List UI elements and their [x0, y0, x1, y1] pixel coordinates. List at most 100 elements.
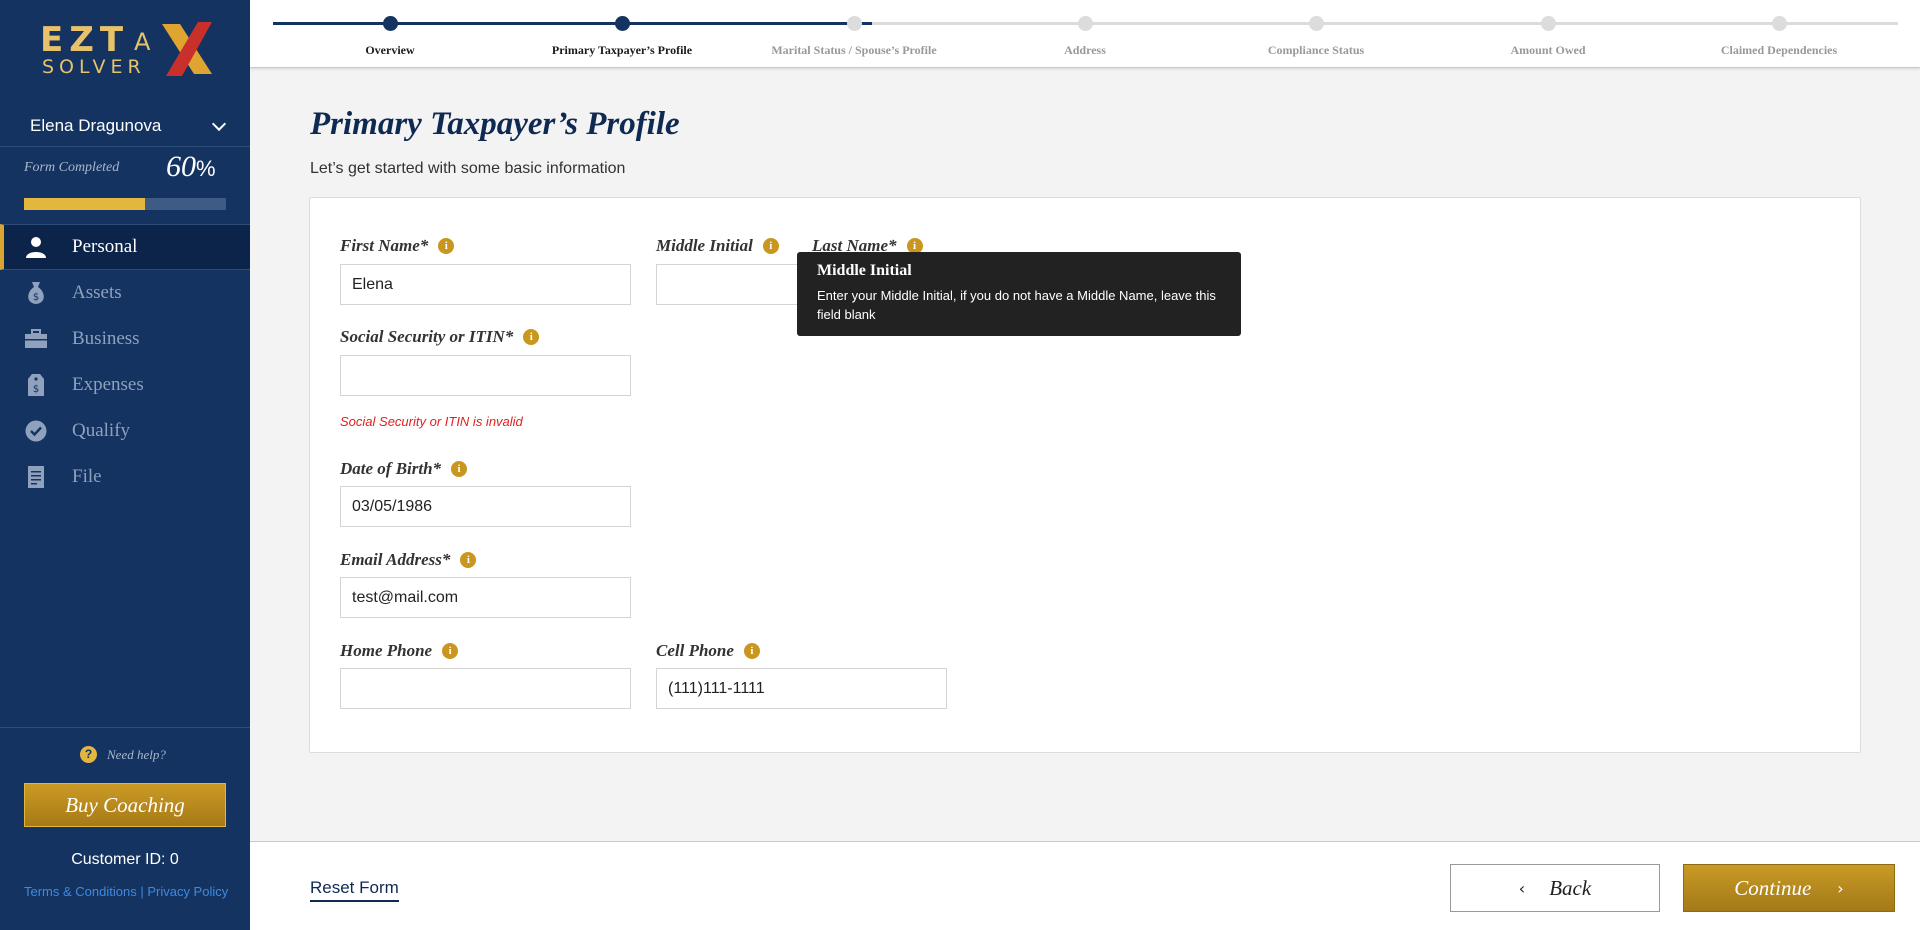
need-help-link[interactable]: ? Need help? — [80, 746, 166, 763]
step-primary-taxpayer-profile[interactable]: Primary Taxpayer’s Profile — [522, 16, 722, 58]
continue-button[interactable]: Continue › — [1683, 864, 1895, 912]
continue-label: Continue — [1734, 875, 1812, 900]
sidebar: EZT A SOLVER Elena Dragunova Form Comple… — [0, 0, 250, 930]
email-label-text: Email Address* — [340, 550, 451, 569]
cell-phone-label-text: Cell Phone — [656, 641, 734, 660]
user-name: Elena Dragunova — [30, 116, 162, 135]
info-icon[interactable]: i — [451, 461, 468, 477]
middle-initial-tooltip: Middle Initial Enter your Middle Initial… — [797, 252, 1241, 336]
progress-percent-value: 60 — [166, 150, 196, 183]
info-icon[interactable]: i — [523, 329, 540, 345]
step-dot — [1308, 16, 1324, 31]
step-dot — [614, 16, 630, 31]
chevron-down-icon — [211, 116, 227, 132]
info-icon[interactable]: i — [743, 643, 760, 659]
terms-link[interactable]: Terms & Conditions — [24, 884, 137, 899]
page-subtitle: Let’s get started with some basic inform… — [310, 160, 626, 177]
sidebar-item-personal[interactable]: Personal — [0, 224, 250, 270]
briefcase-icon — [24, 327, 48, 351]
check-circle-icon — [24, 419, 48, 443]
step-dot — [1077, 16, 1093, 31]
question-icon: ? — [80, 746, 97, 763]
cell-phone-input[interactable] — [656, 668, 947, 709]
step-amount-owed[interactable]: Amount Owed — [1448, 16, 1648, 58]
need-help-label: Need help? — [107, 746, 166, 762]
step-label: Amount Owed — [1510, 43, 1586, 57]
info-icon[interactable]: i — [438, 238, 455, 254]
sidebar-item-label: Personal — [72, 236, 138, 257]
ssn-label: Social Security or ITIN* i — [340, 327, 540, 347]
step-dot — [1771, 16, 1787, 31]
email-input[interactable] — [340, 577, 631, 618]
step-compliance-status[interactable]: Compliance Status — [1216, 16, 1416, 58]
logo-x-mark-icon — [162, 22, 212, 76]
first-name-input[interactable] — [340, 264, 631, 305]
svg-text:$: $ — [33, 384, 39, 395]
sidebar-item-label: Assets — [72, 282, 122, 303]
sidebar-item-business[interactable]: Business — [0, 316, 250, 362]
back-button[interactable]: ‹ Back — [1450, 864, 1660, 912]
step-label: Claimed Dependencies — [1720, 43, 1838, 57]
dob-input[interactable] — [340, 486, 631, 527]
logo-subtext: SOLVER — [42, 56, 146, 78]
legal-links: Terms & Conditions | Privacy Policy — [24, 884, 228, 899]
divider — [0, 727, 250, 728]
page-title: Primary Taxpayer’s Profile — [310, 106, 680, 142]
legal-separator: | — [136, 884, 148, 899]
footer-bar: Reset Form ‹ Back Continue › — [250, 841, 1920, 930]
progress-bar — [24, 198, 226, 210]
customer-id: Customer ID: 0 — [71, 851, 179, 868]
sidebar-nav: Personal $ Assets Business $ Expenses Qu… — [0, 224, 250, 500]
email-label: Email Address* i — [340, 550, 477, 570]
person-icon — [24, 235, 48, 259]
step-marital-status[interactable]: Marital Status / Spouse’s Profile — [754, 16, 954, 58]
divider — [0, 146, 250, 147]
ssn-input[interactable] — [340, 355, 631, 396]
sidebar-item-expenses[interactable]: $ Expenses — [0, 362, 250, 408]
logo-text-a: A — [134, 28, 151, 56]
home-phone-label: Home Phone i — [340, 641, 459, 661]
sidebar-item-label: Business — [72, 328, 140, 349]
ez-tax-solver-logo[interactable]: EZT A SOLVER — [38, 18, 218, 88]
privacy-link[interactable]: Privacy Policy — [147, 884, 228, 899]
step-claimed-dependencies[interactable]: Claimed Dependencies — [1679, 16, 1879, 58]
progress-stepper: Overview Primary Taxpayer’s Profile Mari… — [250, 0, 1920, 68]
info-icon[interactable]: i — [442, 643, 459, 659]
dob-label-text: Date of Birth* — [340, 459, 442, 478]
svg-text:$: $ — [33, 292, 39, 303]
home-phone-label-text: Home Phone — [340, 641, 433, 660]
price-tag-icon: $ — [24, 373, 48, 397]
ssn-error-message: Social Security or ITIN is invalid — [340, 414, 523, 429]
user-menu-toggle[interactable]: Elena Dragunova — [30, 114, 230, 138]
step-dot — [1540, 16, 1556, 31]
dob-label: Date of Birth* i — [340, 459, 468, 479]
step-overview[interactable]: Overview — [290, 16, 490, 58]
info-icon[interactable]: i — [460, 552, 477, 568]
sidebar-item-assets[interactable]: $ Assets — [0, 270, 250, 316]
home-phone-input[interactable] — [340, 668, 631, 709]
step-label: Primary Taxpayer’s Profile — [551, 43, 693, 57]
form-completed-label: Form Completed — [24, 160, 120, 175]
buy-coaching-button[interactable]: Buy Coaching — [24, 783, 226, 827]
cell-phone-label: Cell Phone i — [656, 641, 760, 661]
middle-initial-label-text: Middle Initial — [656, 236, 753, 255]
progress-percent: 60% — [166, 150, 216, 184]
ssn-label-text: Social Security or ITIN* — [340, 327, 514, 346]
sidebar-item-qualify[interactable]: Qualify — [0, 408, 250, 454]
sidebar-item-label: Qualify — [72, 420, 131, 441]
info-icon[interactable]: i — [762, 238, 779, 254]
back-label: Back — [1549, 875, 1592, 900]
first-name-label: First Name* i — [340, 236, 455, 256]
step-label: Compliance Status — [1267, 43, 1365, 57]
reset-form-link[interactable]: Reset Form — [310, 878, 399, 902]
progress-percent-unit: % — [196, 156, 216, 181]
tooltip-title: Middle Initial — [817, 262, 912, 279]
step-dot — [382, 16, 398, 31]
logo-text: EZT — [40, 20, 130, 60]
step-label: Address — [1064, 43, 1106, 57]
sidebar-item-label: Expenses — [72, 374, 144, 395]
step-address[interactable]: Address — [985, 16, 1185, 58]
sidebar-item-file[interactable]: File — [0, 454, 250, 500]
chevron-right-icon: › — [1837, 878, 1844, 898]
progress-bar-fill — [24, 198, 146, 210]
